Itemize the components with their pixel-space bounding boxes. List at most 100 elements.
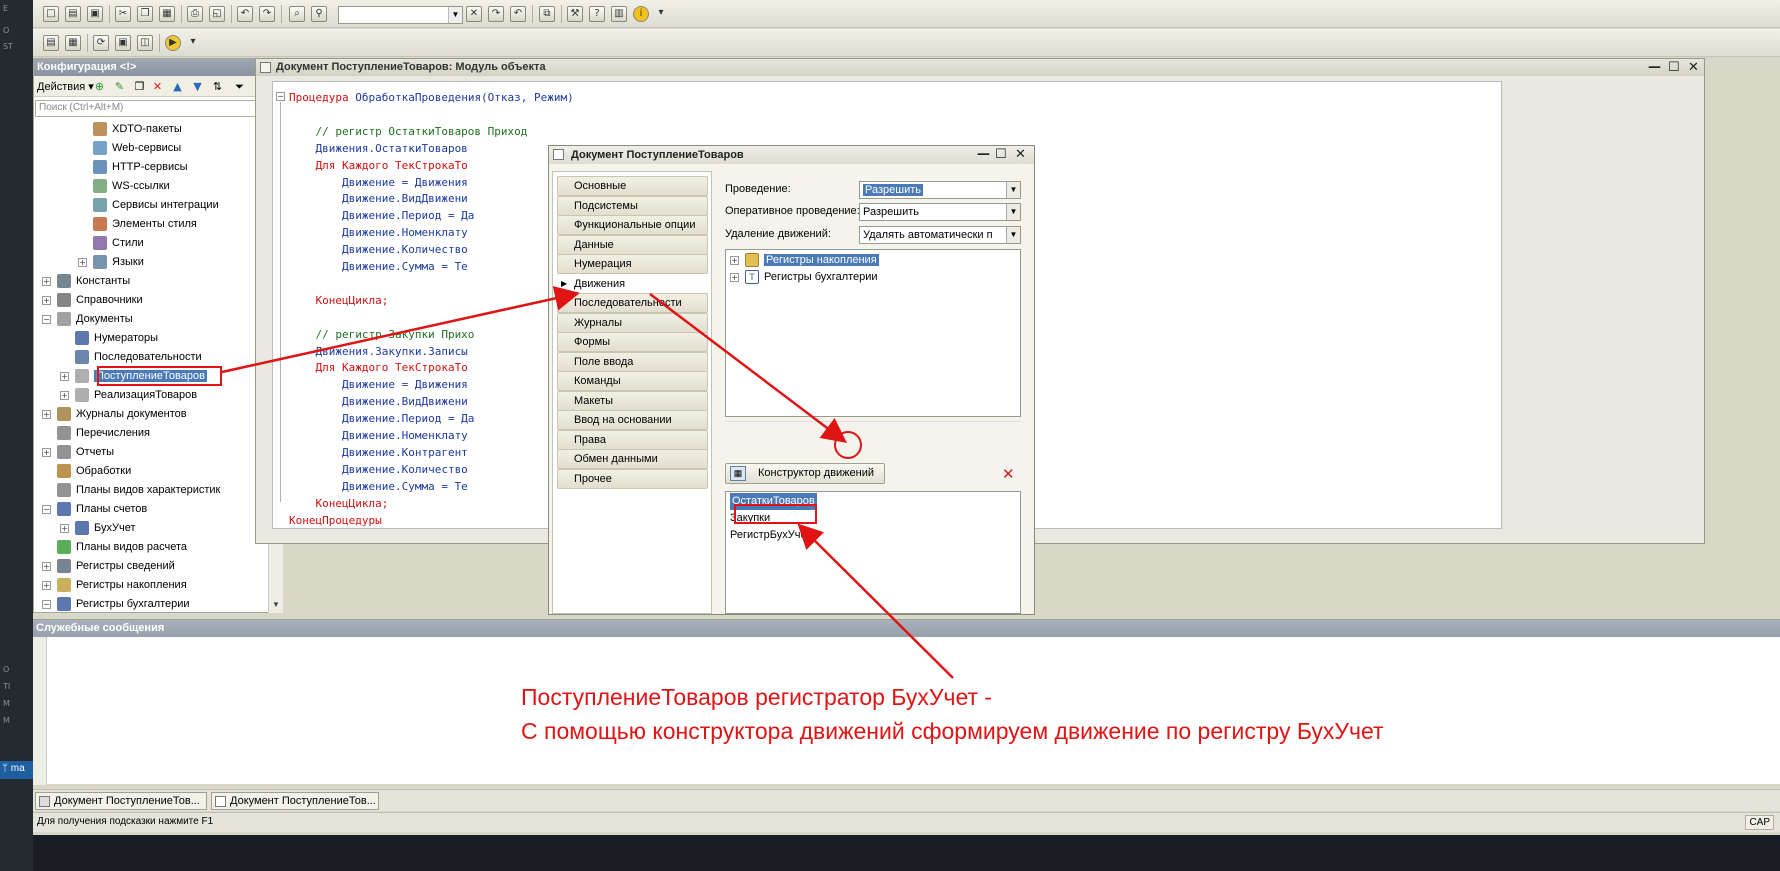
copy-icon[interactable]: ❐: [137, 6, 153, 22]
tree-item[interactable]: + Регистры сведений: [42, 558, 175, 575]
tree-item[interactable]: Перечисления: [57, 425, 150, 442]
git-branch-indicator[interactable]: ᛘ ma: [0, 761, 33, 779]
maximize-icon[interactable]: ☐: [995, 147, 1007, 162]
undo-icon[interactable]: ↶: [237, 6, 253, 22]
tree-item[interactable]: Стили: [78, 235, 144, 252]
preview-icon[interactable]: ◱: [209, 6, 225, 22]
posting-select[interactable]: Разрешить ▼: [859, 181, 1021, 199]
nav-section-button[interactable]: Нумерация: [557, 254, 708, 274]
tree-item[interactable]: − Документы: [42, 311, 133, 328]
tree-item[interactable]: + Языки: [78, 254, 144, 271]
find-icon[interactable]: ⌕: [289, 6, 305, 22]
tree-item[interactable]: Последовательности: [75, 349, 202, 366]
realtime-posting-select[interactable]: Разрешить ▼: [859, 203, 1021, 221]
tree-item[interactable]: + БухУчет: [60, 520, 136, 537]
move-down-icon[interactable]: ▼: [190, 79, 205, 94]
nav-section-button[interactable]: ▶ Движения: [557, 273, 708, 294]
expand-icon[interactable]: +: [60, 390, 69, 400]
minimize-icon[interactable]: —: [977, 147, 990, 162]
nav-section-button[interactable]: Последовательности: [557, 293, 708, 313]
tree-item[interactable]: + Константы: [42, 273, 130, 290]
minimize-icon[interactable]: —: [1648, 60, 1661, 75]
filter-icon[interactable]: ⏷: [232, 79, 247, 94]
maximize-icon[interactable]: ☐: [1668, 60, 1680, 75]
info-icon[interactable]: i: [633, 6, 649, 22]
chevron-down-icon[interactable]: ▼: [448, 7, 462, 23]
nav-section-button[interactable]: Макеты: [557, 390, 708, 411]
nav-section-button[interactable]: Команды: [557, 371, 708, 391]
tree-item[interactable]: + РеализацияТоваров: [60, 387, 197, 404]
tree-item[interactable]: WS-ссылки: [78, 178, 170, 195]
collapse-icon[interactable]: −: [42, 599, 51, 609]
chevron-down-icon[interactable]: ▼: [1006, 227, 1020, 243]
nav-section-button[interactable]: Обмен данными: [557, 449, 708, 469]
expand-icon[interactable]: +: [42, 447, 51, 457]
tree-item[interactable]: Планы видов характеристик: [57, 482, 220, 499]
db-icon[interactable]: ▣: [115, 35, 131, 51]
update-db-icon[interactable]: ⟳: [93, 35, 109, 51]
add-icon[interactable]: ⊕: [92, 79, 107, 94]
delete-icon[interactable]: ✕: [150, 79, 165, 94]
task-tab[interactable]: Документ ПоступлениеТов...: [35, 792, 207, 810]
tree-item-accounting-registers[interactable]: + Т Регистры бухгалтерии: [730, 269, 878, 286]
tree-item[interactable]: − Планы счетов: [42, 501, 147, 518]
scroll-down-icon[interactable]: ▼: [269, 598, 283, 612]
open-folder-icon[interactable]: ▤: [65, 6, 81, 22]
tree-item[interactable]: HTTP-сервисы: [78, 159, 188, 176]
tree-item[interactable]: Элементы стиля: [78, 216, 197, 233]
chevron-down-icon[interactable]: ▼: [1006, 182, 1020, 198]
expand-icon[interactable]: +: [42, 580, 51, 590]
movement-item[interactable]: РегистрБухУчет: [730, 527, 811, 544]
close-icon[interactable]: ✕: [1688, 60, 1699, 75]
nav-section-button[interactable]: Журналы: [557, 312, 708, 333]
toolbar-search-input[interactable]: ▼: [338, 6, 463, 24]
tree-item[interactable]: + Журналы документов: [42, 406, 187, 423]
expand-icon[interactable]: +: [60, 523, 69, 533]
expand-icon[interactable]: +: [42, 409, 51, 419]
copy-icon[interactable]: ❐: [132, 79, 147, 94]
nav-section-button[interactable]: Права: [557, 429, 708, 450]
tree-item[interactable]: + Справочники: [42, 292, 143, 309]
close-icon[interactable]: ✕: [1015, 147, 1026, 162]
sort-icon[interactable]: ⇅: [210, 79, 225, 94]
tree-item[interactable]: Планы видов расчета: [57, 539, 187, 556]
expand-icon[interactable]: +: [78, 257, 87, 267]
chevron-down-icon[interactable]: ▾: [653, 6, 669, 22]
search-icon[interactable]: ⚲: [311, 6, 327, 22]
compare-icon[interactable]: ◫: [137, 35, 153, 51]
expand-icon[interactable]: +: [42, 295, 51, 305]
tree-item[interactable]: Обработки: [57, 463, 131, 480]
nav-section-button[interactable]: Формы: [557, 332, 708, 352]
tree-item[interactable]: − Регистры бухгалтерии: [42, 596, 190, 613]
calculator-icon[interactable]: ▥: [611, 6, 627, 22]
tree-item[interactable]: Сервисы интеграции: [78, 197, 219, 214]
collapse-icon[interactable]: −: [42, 314, 51, 324]
nav-section-button[interactable]: Данные: [557, 234, 708, 255]
tree-item[interactable]: + Отчеты: [42, 444, 114, 461]
expand-icon[interactable]: +: [60, 371, 69, 381]
nav-section-button[interactable]: Подсистемы: [557, 195, 708, 216]
tree-item[interactable]: XDTO-пакеты: [78, 121, 182, 138]
move-up-icon[interactable]: ▲: [170, 79, 185, 94]
cut-icon[interactable]: ✂: [115, 6, 131, 22]
actions-menu[interactable]: Действия ▾: [37, 80, 94, 93]
clear-search-icon[interactable]: ✕: [466, 6, 482, 22]
expand-icon[interactable]: +: [730, 272, 739, 282]
nav-section-button[interactable]: Ввод на основании: [557, 410, 708, 430]
nav-section-button[interactable]: Поле ввода: [557, 351, 708, 372]
delete-icon[interactable]: ✕: [1002, 465, 1015, 483]
windows-icon[interactable]: ⧉: [539, 6, 555, 22]
nav-section-button[interactable]: Функциональные опции: [557, 215, 708, 235]
syntax-helper-icon[interactable]: ⚒: [567, 6, 583, 22]
config-search-input[interactable]: Поиск (Ctrl+Alt+M): [35, 100, 267, 117]
tree-item[interactable]: Web-сервисы: [78, 140, 181, 157]
delete-movements-select[interactable]: Удалять автоматически п ▼: [859, 226, 1021, 244]
save-icon[interactable]: ▣: [87, 6, 103, 22]
print-icon[interactable]: ⎙: [187, 6, 203, 22]
module-icon[interactable]: ▦: [65, 35, 81, 51]
find-next-icon[interactable]: ↷: [488, 6, 504, 22]
movements-constructor-button[interactable]: ▦ Конструктор движений: [725, 463, 885, 484]
paste-icon[interactable]: ▦: [159, 6, 175, 22]
chevron-down-icon[interactable]: ▼: [1006, 204, 1020, 220]
chevron-down-icon[interactable]: ▾: [185, 35, 201, 51]
